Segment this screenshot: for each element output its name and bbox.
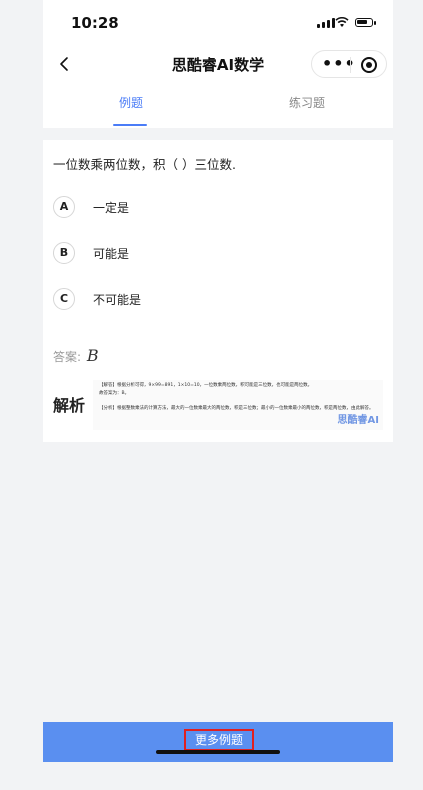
wifi-icon (335, 16, 349, 27)
explanation-image: 【解答】根据分析可得，9×99=891，1×10=10，一位数乘两位数，积可能是… (93, 380, 383, 430)
tab-examples[interactable]: 例题 (119, 94, 143, 111)
option-label: 一定是 (93, 201, 130, 215)
tab-active-indicator (113, 124, 147, 126)
signal-icon (317, 18, 335, 28)
tab-bar: 例题 练习题 (43, 84, 393, 128)
watermark-logo: 思酷睿AI (337, 415, 379, 426)
tab-exercises[interactable]: 练习题 (289, 94, 325, 111)
option-label: 可能是 (93, 247, 130, 261)
answer-row: 答案: B (53, 346, 99, 365)
bottom-bar: 更多例题 (43, 722, 393, 762)
question-text: 一位数乘两位数，积（ ）三位数. (53, 157, 236, 172)
explanation-line: 【分析】根据整数乘法的计算方法，最大的一位数乘最大的两位数，积是三位数；最小的一… (99, 406, 374, 411)
explanation-line: 【解答】根据分析可得，9×99=891，1×10=10，一位数乘两位数，积可能是… (99, 383, 313, 388)
option-letter: C (53, 288, 75, 310)
more-examples-button[interactable]: 更多例题 (184, 729, 254, 751)
close-target-icon[interactable] (361, 57, 377, 73)
status-bar: 10:28 (43, 0, 393, 44)
explanation-line: 故答案为：B。 (99, 391, 130, 396)
mini-program-capsule: ••• (311, 50, 387, 78)
capsule-divider (350, 57, 351, 73)
option-label: 不可能是 (93, 293, 142, 307)
explanation-title: 解析 (53, 396, 86, 415)
question-card: 一位数乘两位数，积（ ）三位数. A 一定是 B 可能是 C 不可能是 答案: … (43, 140, 393, 442)
option-letter: B (53, 242, 75, 264)
option-letter: A (53, 196, 75, 218)
answer-value: B (86, 346, 99, 365)
phone-screen: 10:28 思酷睿AI数学 ••• 例题 练习题 一位数乘两位数，积（ ）三位数… (43, 0, 393, 790)
battery-icon (355, 18, 376, 27)
answer-label: 答案: (53, 350, 82, 364)
home-indicator (156, 750, 280, 754)
nav-bar: 思酷睿AI数学 ••• (43, 44, 393, 84)
status-time: 10:28 (71, 14, 119, 32)
